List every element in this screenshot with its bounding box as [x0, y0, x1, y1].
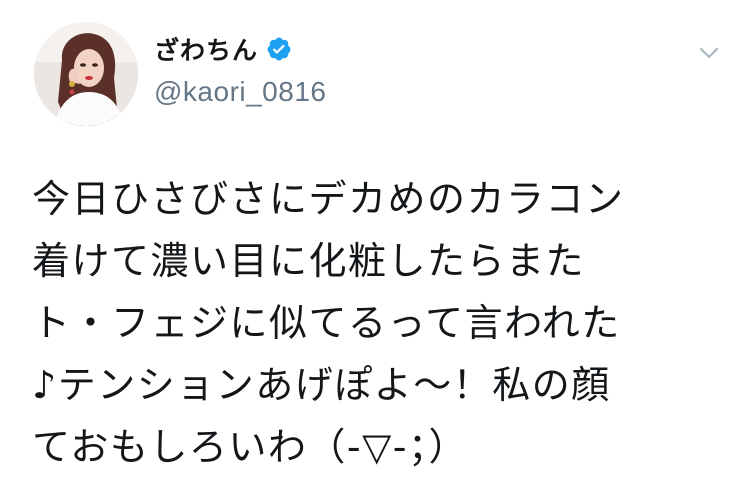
avatar-photo	[34, 22, 138, 126]
display-name-row: ざわちん	[154, 32, 326, 66]
chevron-down-icon[interactable]	[696, 40, 722, 66]
display-name[interactable]: ざわちん	[154, 31, 258, 67]
tweet-text-line: 今日ひさびさにデカめのカラコン	[32, 177, 625, 221]
tweet-text-line: ておもしろいわ（-▽-；）	[32, 425, 469, 469]
tweet-header: ざわちん @kaori_0816	[34, 22, 724, 132]
tweet-text: 今日ひさびさにデカめのカラコン 着けて濃い目に化粧したらまた ト・フェジに似てる…	[32, 168, 722, 478]
user-names: ざわちん @kaori_0816	[154, 32, 326, 108]
tweet-text-line: ト・フェジに似てるって言われた	[32, 301, 621, 345]
user-handle[interactable]: @kaori_0816	[154, 76, 326, 108]
verified-badge-icon	[266, 36, 292, 62]
tweet-text-line: 着けて濃い目に化粧したらまた	[32, 239, 586, 283]
avatar[interactable]	[34, 22, 138, 126]
tweet-text-line: ♪テンションあげぽよ〜！私の顔	[32, 363, 611, 407]
tweet-card: ざわちん @kaori_0816 今日ひさびさにデカめのカラコン 着けて濃い目に…	[0, 0, 746, 487]
